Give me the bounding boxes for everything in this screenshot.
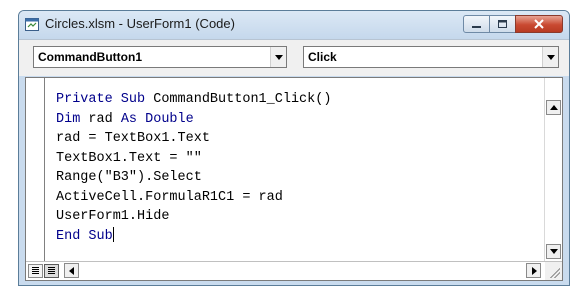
procedure-dropdown-value: Click [308, 50, 337, 64]
vba-code-window-icon [25, 18, 39, 31]
object-dropdown[interactable]: CommandButton1 [33, 46, 287, 68]
code-token: rad [80, 111, 121, 127]
code-keyword: As Double [120, 111, 194, 127]
horizontal-scrollbar[interactable] [26, 261, 562, 280]
window-title: Circles.xlsm - UserForm1 (Code) [45, 16, 235, 31]
scroll-down-icon[interactable] [546, 244, 561, 259]
code-line[interactable]: ActiveCell.FormulaR1C1 = rad [56, 188, 331, 208]
minimize-button[interactable] [463, 15, 490, 33]
code-line[interactable]: End Sub [56, 226, 331, 247]
code-keyword: Private Sub [56, 92, 146, 107]
resize-grip-icon[interactable] [545, 262, 562, 280]
chevron-down-icon[interactable] [270, 47, 286, 67]
title-bar[interactable]: Circles.xlsm - UserForm1 (Code) [19, 11, 569, 39]
code-line[interactable]: UserForm1.Hide [56, 207, 331, 227]
code-window: Circles.xlsm - UserForm1 (Code) CommandB… [18, 10, 570, 286]
code-line[interactable]: Private Sub CommandButton1_Click() [56, 90, 331, 110]
code-editor[interactable]: Private Sub CommandButton1_Click() Dim ra… [25, 77, 563, 281]
chevron-down-icon[interactable] [542, 47, 558, 67]
maximize-button[interactable] [489, 15, 516, 33]
procedure-view-icon [32, 267, 39, 275]
dropdown-bar: CommandButton1 Click [19, 39, 569, 76]
code-line[interactable]: Dim rad As Double [56, 110, 331, 130]
code-text[interactable]: Private Sub CommandButton1_Click() Dim ra… [56, 90, 331, 246]
minimize-icon [472, 26, 481, 28]
scroll-right-icon[interactable] [526, 263, 541, 278]
close-button[interactable] [515, 15, 563, 33]
code-line[interactable]: TextBox1.Text = "" [56, 149, 331, 169]
procedure-view-button[interactable] [28, 264, 43, 278]
code-token: CommandButton1_Click() [145, 92, 332, 107]
close-icon [534, 19, 544, 29]
scroll-up-icon[interactable] [546, 100, 561, 115]
code-keyword: End Sub [56, 228, 113, 244]
code-keyword: Dim [56, 111, 81, 127]
vertical-scrollbar[interactable] [544, 78, 562, 262]
maximize-icon [498, 20, 507, 28]
procedure-dropdown[interactable]: Click [303, 46, 559, 68]
margin-indicator-bar[interactable] [26, 78, 45, 262]
full-module-view-button[interactable] [44, 264, 59, 278]
code-line[interactable]: Range("B3").Select [56, 168, 331, 188]
scroll-left-icon[interactable] [64, 263, 79, 278]
code-line[interactable]: rad = TextBox1.Text [56, 129, 331, 149]
text-caret [112, 226, 114, 242]
object-dropdown-value: CommandButton1 [38, 50, 142, 64]
full-module-view-icon [48, 267, 55, 275]
